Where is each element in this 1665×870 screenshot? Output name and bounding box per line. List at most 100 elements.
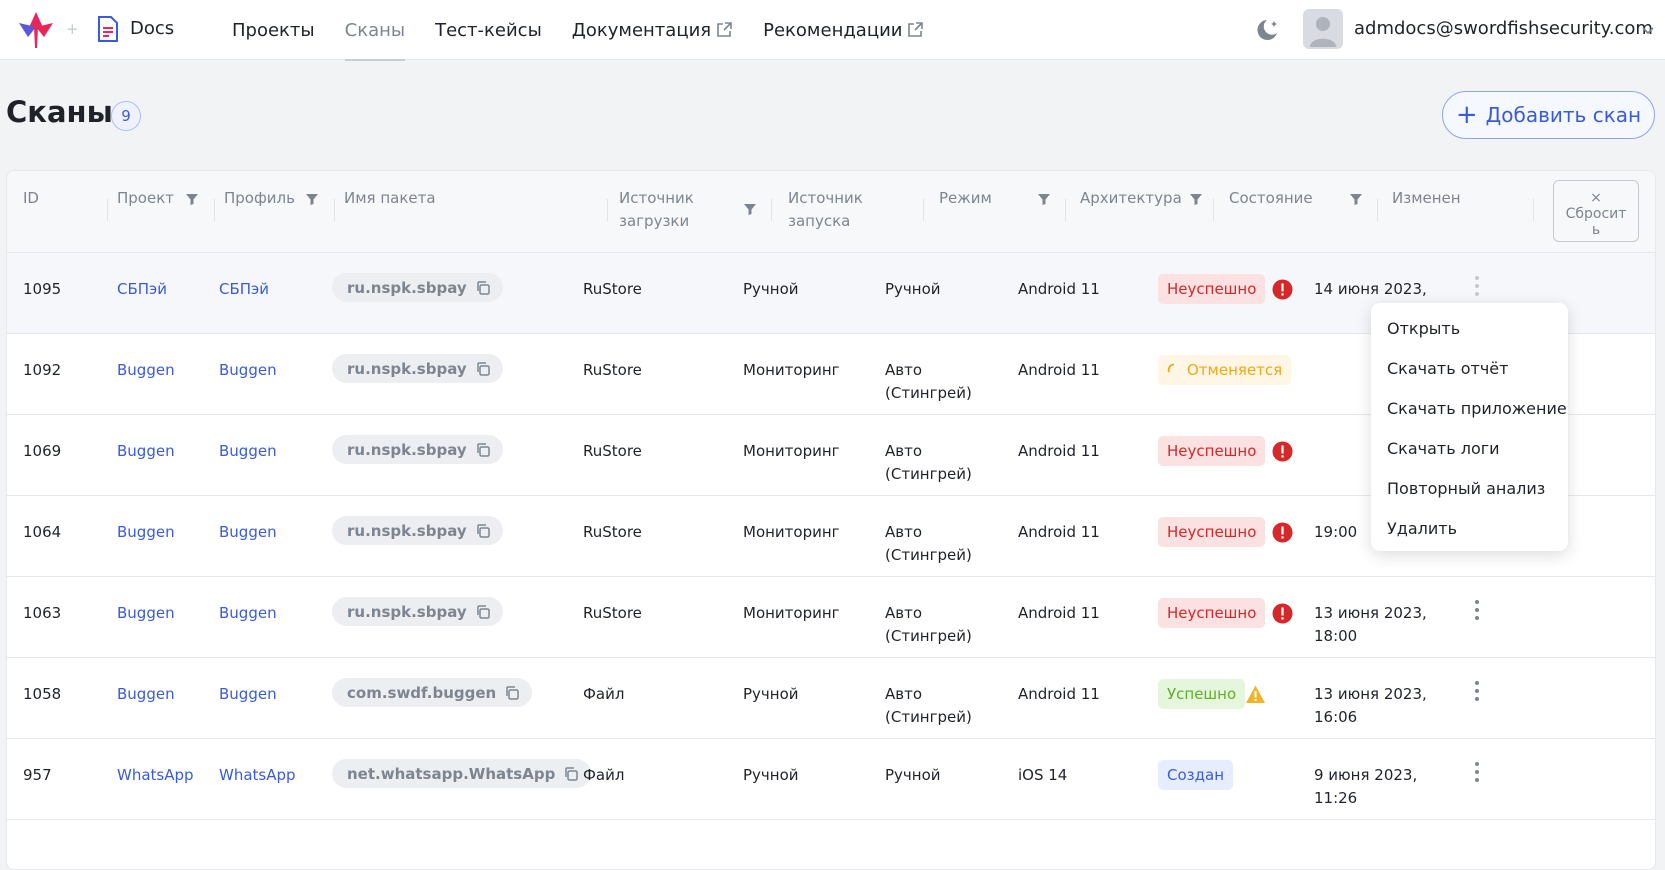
nav-scans[interactable]: Сканы xyxy=(344,0,406,61)
source-launch: Ручной xyxy=(743,280,799,298)
menu-item-open[interactable]: Открыть xyxy=(1371,315,1568,355)
col-state[interactable]: Состояние xyxy=(1229,187,1313,210)
more-vertical-icon[interactable] xyxy=(1471,275,1483,297)
scan-mode: Авто (Стингрей) xyxy=(885,602,972,648)
scan-id[interactable]: 1092 xyxy=(23,359,61,382)
copy-icon[interactable] xyxy=(475,280,491,296)
col-changed[interactable]: Изменен xyxy=(1392,187,1461,210)
copy-icon[interactable] xyxy=(475,523,491,539)
nav-projects[interactable]: Проекты xyxy=(232,0,315,60)
profile-link[interactable]: Buggen xyxy=(219,683,277,706)
user-email[interactable]: admdocs@swordfishsecurity.com xyxy=(1354,18,1653,39)
profile-link[interactable]: Buggen xyxy=(219,359,277,382)
external-link-icon xyxy=(717,22,732,37)
table-row[interactable]: 1063 Buggen Buggen ru.nspk.sbpay RuStore Мони… xyxy=(7,577,1655,658)
column-divider[interactable] xyxy=(1377,199,1378,221)
changed-date: 13 июня 2023, 18:00 xyxy=(1314,602,1427,648)
top-bar: + Docs Проекты Сканы Тест-кейсы Документ… xyxy=(0,0,1665,61)
swordfish-logo-icon[interactable] xyxy=(16,10,56,50)
changed-date-line: 16:06 xyxy=(1314,708,1358,726)
column-divider[interactable] xyxy=(1213,199,1214,221)
copy-icon[interactable] xyxy=(504,685,520,701)
scan-id[interactable]: 1063 xyxy=(23,602,61,625)
menu-item-download-app[interactable]: Скачать приложение xyxy=(1371,395,1568,435)
col-source-launch[interactable]: Источник запуска xyxy=(788,187,863,233)
chevron-down-icon[interactable] xyxy=(1640,22,1656,38)
more-vertical-icon[interactable] xyxy=(1471,680,1483,702)
column-divider[interactable] xyxy=(923,199,924,221)
brand-name[interactable]: Docs xyxy=(130,18,174,39)
scan-id[interactable]: 1069 xyxy=(23,440,61,463)
col-project[interactable]: Проект xyxy=(117,187,174,210)
project-link[interactable]: Buggen xyxy=(117,521,175,544)
project-link[interactable]: Buggen xyxy=(117,359,175,382)
column-divider[interactable] xyxy=(771,199,772,221)
filter-icon[interactable] xyxy=(185,192,199,206)
filter-icon[interactable] xyxy=(1037,192,1051,206)
col-mode[interactable]: Режим xyxy=(939,187,992,210)
package-name: ru.nspk.sbpay xyxy=(347,440,467,459)
column-divider[interactable] xyxy=(107,199,108,221)
dark-mode-moon-icon[interactable] xyxy=(1252,16,1280,44)
copy-icon[interactable] xyxy=(563,766,579,782)
user-avatar[interactable] xyxy=(1303,9,1343,49)
profile-link[interactable]: Buggen xyxy=(219,440,277,463)
error-icon xyxy=(1272,522,1293,543)
column-divider[interactable] xyxy=(214,199,215,221)
menu-item-download-logs[interactable]: Скачать логи xyxy=(1371,435,1568,475)
architecture: Android 11 xyxy=(1018,361,1100,379)
menu-item-delete[interactable]: Удалить xyxy=(1371,515,1568,555)
nav-documentation[interactable]: Документация xyxy=(572,0,733,60)
more-vertical-icon[interactable] xyxy=(1471,599,1483,621)
reset-filters-button[interactable]: × Сбросит ь xyxy=(1553,180,1639,242)
menu-item-reanalyze[interactable]: Повторный анализ xyxy=(1371,475,1568,515)
col-source-upload[interactable]: Источник загрузки xyxy=(619,187,694,233)
project-link[interactable]: Buggen xyxy=(117,440,175,463)
column-divider[interactable] xyxy=(607,199,608,221)
nav-test-cases[interactable]: Тест-кейсы xyxy=(435,0,542,60)
scan-count-badge: 9 xyxy=(111,101,141,131)
profile-link[interactable]: СБПэй xyxy=(219,278,269,301)
table-row[interactable]: 1058 Buggen Buggen com.swdf.buggen Файл Ручно… xyxy=(7,658,1655,739)
scan-id[interactable]: 1064 xyxy=(23,521,61,544)
col-package-name[interactable]: Имя пакета xyxy=(344,187,436,210)
changed-date-line: 11:26 xyxy=(1314,789,1358,807)
copy-icon[interactable] xyxy=(475,442,491,458)
project-link[interactable]: WhatsApp xyxy=(117,764,194,787)
col-architecture[interactable]: Архитектура xyxy=(1080,187,1182,210)
filter-icon[interactable] xyxy=(1349,192,1363,206)
add-scan-button[interactable]: + Добавить скан xyxy=(1442,91,1655,139)
more-vertical-icon[interactable] xyxy=(1471,761,1483,783)
menu-item-download-report[interactable]: Скачать отчёт xyxy=(1371,355,1568,395)
col-profile[interactable]: Профиль xyxy=(224,187,295,210)
table-row[interactable]: 957 WhatsApp WhatsApp net.whatsapp.WhatsApp… xyxy=(7,739,1655,820)
status-badge: Создан xyxy=(1158,760,1233,790)
column-divider[interactable] xyxy=(1533,199,1534,221)
architecture: Android 11 xyxy=(1018,523,1100,541)
project-link[interactable]: Buggen xyxy=(117,602,175,625)
scan-id[interactable]: 957 xyxy=(23,764,52,787)
profile-link[interactable]: WhatsApp xyxy=(219,764,296,787)
column-divider[interactable] xyxy=(1065,199,1066,221)
scan-id[interactable]: 1095 xyxy=(23,278,61,301)
nav-recommendations[interactable]: Рекомендации xyxy=(763,0,924,60)
changed-date-line: 13 июня 2023, xyxy=(1314,604,1427,622)
copy-icon[interactable] xyxy=(475,361,491,377)
project-link[interactable]: СБПэй xyxy=(117,278,167,301)
external-link-icon xyxy=(908,22,924,37)
document-icon[interactable] xyxy=(96,15,120,43)
col-id[interactable]: ID xyxy=(23,187,39,210)
filter-icon[interactable] xyxy=(1189,192,1203,206)
row-context-menu: Открыть Скачать отчёт Скачать приложение… xyxy=(1371,303,1568,551)
copy-icon[interactable] xyxy=(475,604,491,620)
project-link[interactable]: Buggen xyxy=(117,683,175,706)
filter-icon[interactable] xyxy=(743,202,757,216)
filter-icon[interactable] xyxy=(305,192,319,206)
source-upload: RuStore xyxy=(583,523,642,541)
status-badge: Неуспешно xyxy=(1158,274,1266,304)
scan-id[interactable]: 1058 xyxy=(23,683,61,706)
column-divider[interactable] xyxy=(334,199,335,221)
profile-link[interactable]: Buggen xyxy=(219,602,277,625)
profile-link[interactable]: Buggen xyxy=(219,521,277,544)
status-label: Неуспешно xyxy=(1167,523,1257,541)
